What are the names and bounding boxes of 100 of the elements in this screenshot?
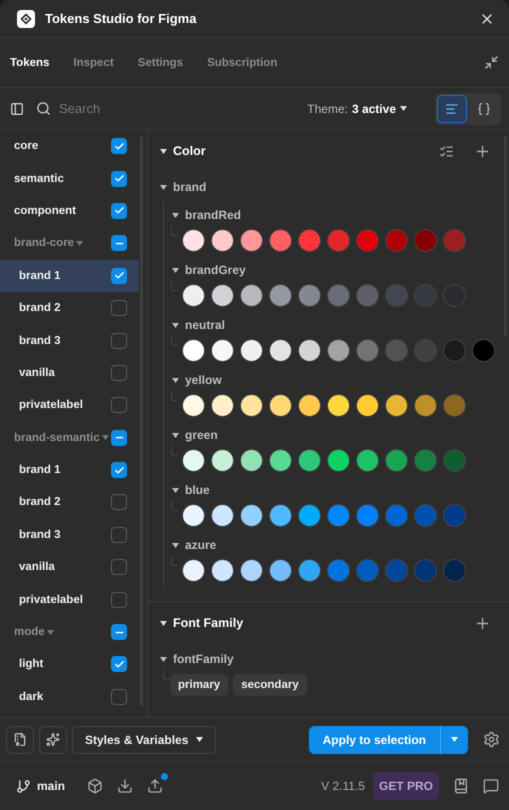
color-swatch[interactable]: [443, 559, 466, 582]
caret-icon[interactable]: [172, 322, 179, 328]
color-swatch[interactable]: [327, 284, 350, 307]
color-swatch[interactable]: [385, 284, 408, 307]
color-swatch[interactable]: [443, 229, 466, 252]
set-row[interactable]: vanilla: [0, 551, 139, 584]
color-swatch[interactable]: [240, 339, 263, 362]
set-row[interactable]: privatelabel: [0, 389, 139, 422]
file-button[interactable]: [6, 726, 34, 754]
color-swatch[interactable]: [240, 504, 263, 527]
color-swatch[interactable]: [443, 284, 466, 307]
color-swatch[interactable]: [269, 504, 292, 527]
styles-variables-menu[interactable]: Styles & Variables: [72, 726, 216, 754]
caret-icon[interactable]: [172, 212, 179, 218]
color-swatch[interactable]: [414, 449, 437, 472]
caret-icon[interactable]: [160, 620, 167, 626]
color-swatch[interactable]: [182, 559, 205, 582]
color-swatch[interactable]: [414, 284, 437, 307]
cube-icon[interactable]: [87, 778, 104, 794]
checkbox[interactable]: [111, 592, 127, 608]
sidebar-toggle-icon[interactable]: [10, 102, 24, 116]
tab[interactable]: Settings: [138, 56, 194, 68]
color-swatch[interactable]: [385, 229, 408, 252]
color-swatch[interactable]: [327, 449, 350, 472]
color-swatch[interactable]: [298, 284, 321, 307]
set-row[interactable]: brand 2: [0, 292, 139, 324]
color-swatch[interactable]: [240, 449, 263, 472]
checkbox[interactable]: [111, 688, 127, 705]
search-field[interactable]: Search: [57, 100, 207, 117]
color-swatch[interactable]: [327, 504, 350, 527]
set-row[interactable]: brand 3: [0, 518, 139, 552]
token-pill[interactable]: primary: [170, 674, 228, 696]
theme-selector[interactable]: Theme: 3 active: [301, 100, 413, 116]
color-swatch[interactable]: [443, 449, 466, 472]
color-swatch[interactable]: [182, 339, 205, 362]
checkbox[interactable]: [111, 332, 127, 349]
group-row[interactable]: brand-core: [0, 227, 139, 260]
color-swatch[interactable]: [414, 394, 437, 417]
color-swatch[interactable]: [298, 229, 321, 252]
caret-icon[interactable]: [160, 148, 167, 154]
color-swatch[interactable]: [269, 394, 292, 417]
set-row[interactable]: light: [0, 648, 139, 681]
color-swatch[interactable]: [240, 394, 263, 417]
color-swatch[interactable]: [240, 284, 263, 307]
branch-button[interactable]: main: [16, 778, 66, 794]
color-swatch[interactable]: [443, 339, 466, 362]
color-swatch[interactable]: [385, 504, 408, 527]
color-swatch[interactable]: [269, 229, 292, 252]
color-swatch[interactable]: [269, 449, 292, 472]
color-swatch[interactable]: [414, 339, 437, 362]
set-row[interactable]: component: [0, 194, 139, 228]
checkbox[interactable]: [111, 268, 127, 284]
selected-set-row[interactable]: brand 1: [0, 260, 139, 292]
color-swatch[interactable]: [385, 339, 408, 362]
set-row[interactable]: brand 1: [0, 454, 139, 486]
checkbox[interactable]: [111, 138, 127, 154]
checkbox[interactable]: [111, 624, 127, 640]
color-swatch[interactable]: [385, 449, 408, 472]
checkbox[interactable]: [111, 526, 127, 543]
color-swatch[interactable]: [327, 229, 350, 252]
collapse-icon[interactable]: [484, 55, 499, 70]
checkbox[interactable]: [111, 559, 127, 576]
color-swatch[interactable]: [211, 229, 234, 252]
set-row[interactable]: vanilla: [0, 356, 139, 390]
color-swatch[interactable]: [298, 449, 321, 472]
caret-icon[interactable]: [400, 106, 407, 111]
caret-icon[interactable]: [160, 184, 167, 190]
color-swatch[interactable]: [356, 339, 379, 362]
caret-icon[interactable]: [172, 542, 179, 548]
checkbox[interactable]: [111, 494, 127, 510]
color-swatch[interactable]: [269, 559, 292, 582]
checkbox[interactable]: [111, 364, 127, 381]
color-swatch[interactable]: [327, 559, 350, 582]
comment-icon[interactable]: [483, 778, 499, 794]
set-row[interactable]: semantic: [0, 162, 139, 195]
color-swatch[interactable]: [414, 504, 437, 527]
color-swatch[interactable]: [211, 504, 234, 527]
checkbox[interactable]: [111, 202, 127, 219]
color-swatch[interactable]: [298, 339, 321, 362]
color-swatch[interactable]: [211, 449, 234, 472]
color-swatch[interactable]: [356, 394, 379, 417]
get-pro-button[interactable]: GET PRO: [372, 772, 439, 800]
color-swatch[interactable]: [327, 339, 350, 362]
color-swatch[interactable]: [356, 284, 379, 307]
color-swatch[interactable]: [385, 394, 408, 417]
checkbox[interactable]: [111, 656, 127, 672]
tab[interactable]: Subscription: [207, 56, 288, 68]
color-swatch[interactable]: [182, 394, 205, 417]
color-swatch[interactable]: [182, 449, 205, 472]
color-swatch[interactable]: [356, 229, 379, 252]
color-swatch[interactable]: [211, 559, 234, 582]
set-row[interactable]: privatelabel: [0, 583, 139, 616]
group-row[interactable]: mode: [0, 616, 139, 648]
caret-icon[interactable]: [196, 737, 204, 742]
caret-icon[interactable]: [172, 488, 179, 492]
color-swatch[interactable]: [298, 394, 321, 417]
set-row[interactable]: brand 2: [0, 486, 139, 519]
list-view-button[interactable]: [437, 94, 467, 122]
color-swatch[interactable]: [327, 394, 350, 417]
caret-icon[interactable]: [172, 378, 179, 382]
